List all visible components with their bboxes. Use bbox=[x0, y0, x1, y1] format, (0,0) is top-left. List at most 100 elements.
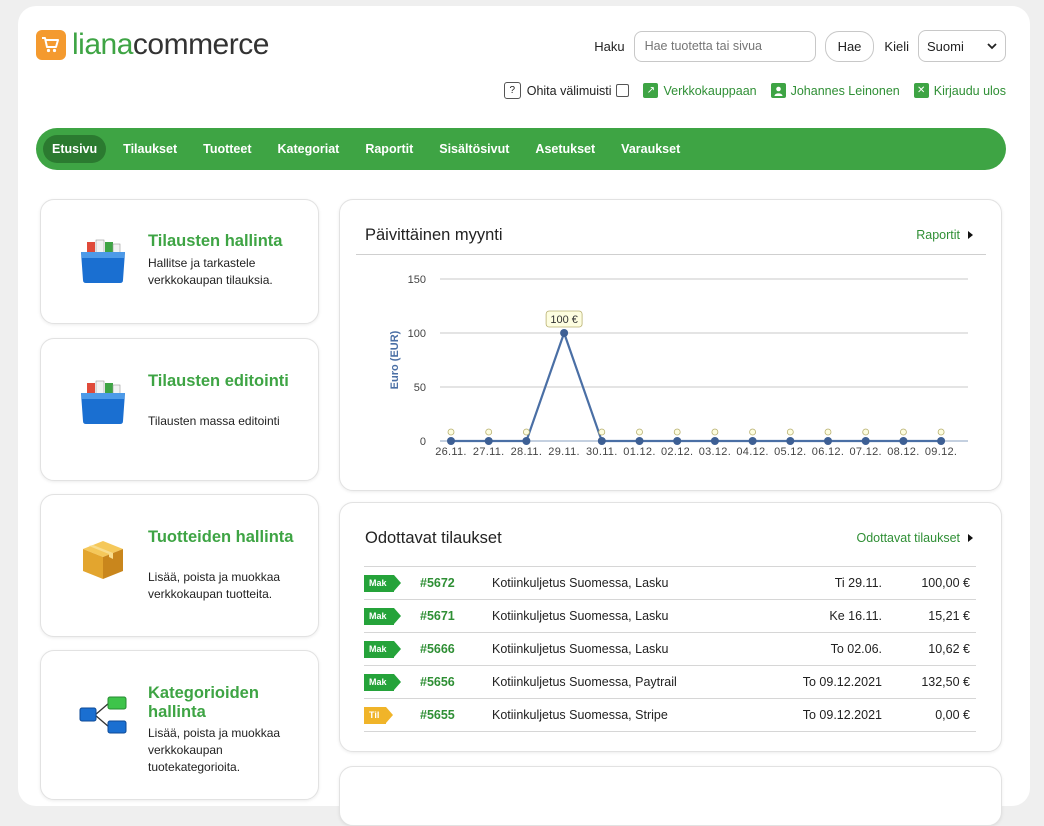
data-point bbox=[447, 437, 455, 445]
language-select[interactable]: Suomi bbox=[918, 30, 1006, 62]
y-tick-label: 50 bbox=[414, 382, 426, 394]
x-tick-label: 02.12. bbox=[661, 446, 693, 458]
next-panel bbox=[339, 766, 1002, 826]
data-point bbox=[748, 437, 757, 445]
utility-bar: ? Ohita välimuisti ↗ Verkkokauppaan Joha… bbox=[490, 82, 1006, 99]
reports-link[interactable]: Raportit bbox=[916, 228, 973, 242]
x-tick-label: 09.12. bbox=[925, 446, 957, 458]
help-icon[interactable]: ? bbox=[503, 82, 521, 99]
card-category-management[interactable]: Kategorioiden hallinta Lisää, poista ja … bbox=[40, 650, 319, 800]
data-point bbox=[635, 437, 644, 445]
search-bar: Haku Hae Kieli Suomi bbox=[594, 30, 1006, 62]
x-tick-label: 29.11. bbox=[548, 446, 580, 458]
x-tick-label: 28.11. bbox=[511, 446, 543, 458]
order-id[interactable]: #5656 bbox=[420, 675, 455, 689]
nav-item-asetukset[interactable]: Asetukset bbox=[526, 135, 604, 163]
daily-sales-panel: Päivittäinen myynti Raportit 0 50 100 150 Eu… bbox=[339, 199, 1002, 491]
order-row[interactable]: Mak #5666 Kotiinkuljetus Suomessa, Lasku To… bbox=[364, 632, 976, 666]
value-marker bbox=[673, 428, 681, 436]
order-id[interactable]: #5666 bbox=[420, 642, 455, 656]
search-button[interactable]: Hae bbox=[824, 30, 875, 62]
value-marker bbox=[749, 428, 757, 436]
card-title: Kategorioiden hallinta bbox=[148, 684, 259, 721]
value-marker bbox=[824, 428, 832, 436]
order-id[interactable]: #5655 bbox=[420, 708, 455, 722]
order-id[interactable]: #5671 bbox=[420, 609, 455, 623]
external-link-icon: ↗ bbox=[643, 83, 659, 98]
data-point bbox=[560, 329, 569, 337]
data-point bbox=[710, 437, 719, 445]
order-desc: Kotiinkuljetus Suomessa, Paytrail bbox=[492, 675, 677, 689]
skip-cache-checkbox[interactable] bbox=[616, 84, 630, 97]
pending-orders-link[interactable]: Odottavat tilaukset bbox=[856, 531, 973, 545]
x-tick-label: 04.12. bbox=[736, 446, 768, 458]
order-row[interactable]: Mak #5656 Kotiinkuljetus Suomessa, Paytrai… bbox=[364, 665, 976, 699]
data-point bbox=[861, 437, 870, 445]
order-row[interactable]: Mak #5671 Kotiinkuljetus Suomessa, Lasku Ke… bbox=[364, 599, 976, 633]
value-marker bbox=[598, 428, 606, 436]
search-input[interactable] bbox=[633, 30, 816, 62]
page: liana commerce Haku Hae Kieli Suomi ? Oh… bbox=[18, 6, 1030, 826]
value-marker bbox=[900, 428, 907, 436]
store-link[interactable]: ↗ Verkkokauppaan bbox=[643, 83, 757, 98]
order-desc: Kotiinkuljetus Suomessa, Lasku bbox=[492, 642, 669, 656]
nav-item-kategoriat[interactable]: Kategoriat bbox=[269, 135, 349, 163]
value-marker bbox=[636, 428, 643, 436]
nav-item-varaukset[interactable]: Varaukset bbox=[612, 135, 689, 163]
pending-orders-link-label: Odottavat tilaukset bbox=[856, 531, 960, 545]
card-order-editing[interactable]: Tilausten editointi Tilausten massa edit… bbox=[40, 338, 319, 481]
order-row[interactable]: Til #5655 Kotiinkuljetus Suomessa, Stripe T… bbox=[364, 698, 976, 732]
value-marker bbox=[862, 428, 870, 436]
order-date: To 09.12.2021 bbox=[802, 708, 882, 722]
logo[interactable]: liana commerce bbox=[36, 30, 269, 60]
data-point bbox=[937, 437, 946, 445]
y-tick-label: 150 bbox=[408, 274, 426, 286]
card-order-management[interactable]: Tilausten hallinta Hallitse ja tarkastel… bbox=[40, 199, 319, 324]
order-id[interactable]: #5672 bbox=[420, 576, 455, 590]
arrow-right-icon bbox=[968, 231, 973, 239]
order-date: To 09.12.2021 bbox=[802, 675, 882, 689]
order-amount: 15,21 € bbox=[928, 609, 970, 623]
x-tick-label: 08.12. bbox=[887, 446, 919, 458]
nav-item-raportit[interactable]: Raportit bbox=[356, 135, 422, 163]
x-tick-label: 27.11. bbox=[473, 446, 505, 458]
order-row[interactable]: Mak #5672 Kotiinkuljetus Suomessa, Lasku Ti… bbox=[364, 566, 976, 600]
language-label: Kieli bbox=[884, 38, 909, 54]
order-amount: 10,62 € bbox=[928, 642, 970, 656]
card-desc: Lisää, poista ja muokkaa verkkokaupan tu… bbox=[148, 726, 281, 774]
value-marker bbox=[937, 428, 945, 436]
product-box-icon bbox=[79, 539, 127, 586]
order-date: To 02.06. bbox=[830, 642, 882, 656]
status-badge: Mak bbox=[364, 574, 400, 592]
logout-icon: ✕ bbox=[913, 83, 929, 98]
skip-cache-toggle[interactable]: ? Ohita välimuisti bbox=[503, 82, 630, 99]
logout-link-label: Kirjaudu ulos bbox=[933, 83, 1006, 98]
data-point bbox=[824, 437, 832, 445]
status-badge: Til bbox=[364, 706, 394, 724]
pending-orders-panel: Odottavat tilaukset Odottavat tilaukset … bbox=[339, 502, 1002, 752]
logout-link[interactable]: ✕ Kirjaudu ulos bbox=[913, 83, 1006, 98]
nav-item-etusivu[interactable]: Etusivu bbox=[43, 135, 107, 163]
nav-item-sisaltosivut[interactable]: Sisältösivut bbox=[430, 135, 518, 163]
panel-title: Päivittäinen myynti bbox=[365, 226, 503, 244]
order-folder-icon bbox=[79, 238, 127, 289]
status-badge: Mak bbox=[364, 640, 400, 658]
nav-item-tuotteet[interactable]: Tuotteet bbox=[194, 135, 260, 163]
x-tick-label: 26.11. bbox=[435, 446, 467, 458]
value-marker bbox=[522, 428, 530, 436]
nav-item-tilaukset[interactable]: Tilaukset bbox=[114, 135, 186, 163]
x-tick-label: 01.12. bbox=[623, 446, 655, 458]
card-title: Tuotteiden hallinta bbox=[148, 528, 294, 546]
category-tree-icon bbox=[79, 695, 129, 740]
order-folder-icon bbox=[79, 379, 127, 430]
user-link[interactable]: Johannes Leinonen bbox=[770, 83, 900, 98]
status-badge: Mak bbox=[364, 673, 400, 691]
card-product-management[interactable]: Tuotteiden hallinta Lisää, poista ja muo… bbox=[40, 494, 319, 637]
status-badge: Mak bbox=[364, 607, 400, 625]
user-link-label: Johannes Leinonen bbox=[790, 83, 900, 98]
data-point bbox=[484, 437, 493, 445]
y-axis-label: Euro (EUR) bbox=[389, 330, 401, 389]
order-desc: Kotiinkuljetus Suomessa, Stripe bbox=[492, 708, 668, 722]
logo-text-commerce: commerce bbox=[132, 28, 270, 61]
order-amount: 100,00 € bbox=[921, 576, 970, 590]
